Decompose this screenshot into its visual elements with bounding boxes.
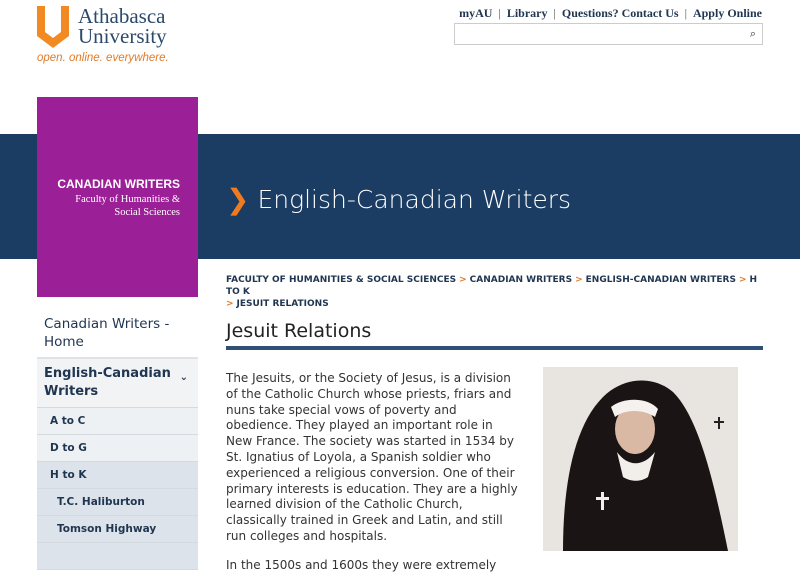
link-apply[interactable]: Apply Online — [693, 6, 762, 21]
sidebar-item-a-to-c[interactable]: A to C — [37, 408, 198, 435]
sidebar-item-more[interactable] — [37, 543, 198, 570]
crumb[interactable]: CANADIAN WRITERS — [470, 275, 572, 285]
section-title[interactable]: CANADIAN WRITERS — [47, 177, 180, 191]
breadcrumb: FACULTY OF HUMANITIES & SOCIAL SCIENCES >… — [226, 275, 758, 309]
link-myau[interactable]: myAU — [459, 6, 492, 21]
section-box: CANADIAN WRITERS Faculty of Humanities &… — [37, 97, 198, 297]
link-library[interactable]: Library — [507, 6, 548, 21]
crumb[interactable]: FACULTY OF HUMANITIES & SOCIAL SCIENCES — [226, 275, 456, 285]
page-title: Jesuit Relations — [226, 320, 372, 342]
top-links: myAU | Library | Questions? Contact Us | Ap… — [459, 6, 762, 21]
sidebar-item-home[interactable]: Canadian Writers - Home — [37, 305, 198, 359]
logo[interactable]: Athabasca University — [78, 6, 167, 47]
search-icon[interactable]: ⌕ — [750, 27, 756, 41]
sidebar-nav: Canadian Writers - Home English-Canadian… — [37, 305, 198, 570]
tagline: open. online. everywhere. — [37, 52, 169, 64]
article-body: The Jesuits, or the Society of Jesus, is… — [226, 371, 522, 587]
sidebar-item-highway[interactable]: Tomson Highway — [37, 516, 198, 543]
paragraph: In the 1500s and 1600s they were extreme… — [226, 557, 497, 572]
banner-title: ❯ English-Canadian Writers — [226, 183, 572, 216]
logo-shield-icon — [37, 6, 69, 48]
sidebar-item-d-to-g[interactable]: D to G — [37, 435, 198, 462]
link-contact[interactable]: Questions? Contact Us — [562, 6, 679, 21]
paragraph: The Jesuits, or the Society of Jesus, is… — [226, 371, 518, 543]
chevron-down-icon[interactable]: ⌄ — [180, 369, 188, 387]
faculty-name: Faculty of Humanities & Social Sciences — [75, 194, 180, 218]
search-input[interactable]: ⌕ — [454, 23, 763, 45]
crumb[interactable]: ENGLISH-CANADIAN WRITERS — [586, 275, 736, 285]
crumb-current: JESUIT RELATIONS — [236, 299, 329, 309]
title-rule — [226, 346, 763, 350]
chevron-right-icon: ❯ — [226, 183, 250, 216]
sidebar-item-english-canadian[interactable]: English-Canadian Writers ⌄ — [37, 359, 198, 408]
sidebar-item-h-to-k[interactable]: H to K — [37, 462, 198, 489]
sidebar-item-haliburton[interactable]: T.C. Haliburton — [37, 489, 198, 516]
nun-photo — [543, 367, 738, 551]
